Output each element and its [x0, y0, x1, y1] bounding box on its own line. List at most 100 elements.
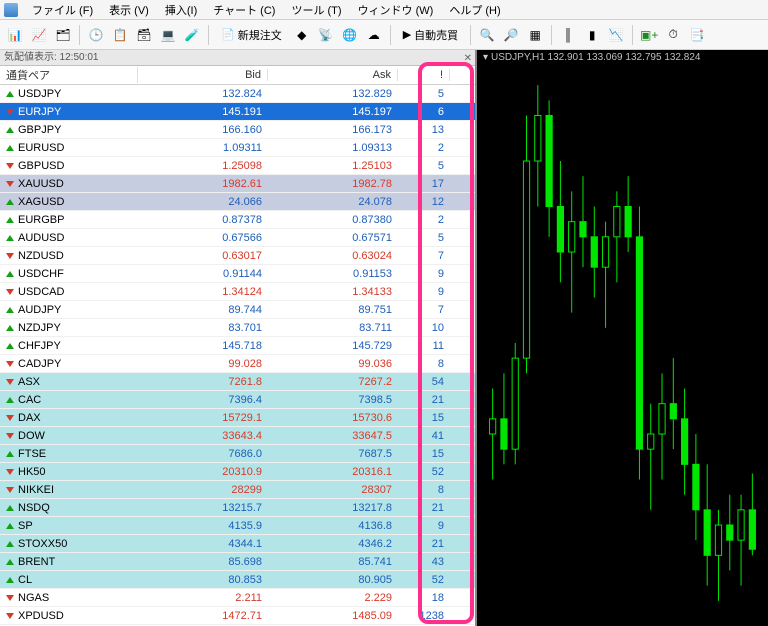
- spread-cell: 13: [398, 124, 450, 136]
- menu-tool[interactable]: ツール (T): [283, 0, 349, 20]
- table-row[interactable]: XPDUSD1472.711485.091238: [0, 607, 475, 625]
- table-row[interactable]: FTSE7686.07687.515: [0, 445, 475, 463]
- table-row[interactable]: AUDUSD0.675660.675715: [0, 229, 475, 247]
- signals-icon[interactable]: 📡: [315, 24, 337, 46]
- table-row[interactable]: GBPJPY166.160166.17313: [0, 121, 475, 139]
- zoom-in-icon[interactable]: 🔍: [476, 24, 498, 46]
- market-watch-title: 気配値表示: 12:50:01 ✕: [0, 50, 475, 66]
- tester-icon[interactable]: 🧪: [181, 24, 203, 46]
- menu-view[interactable]: 表示 (V): [101, 0, 157, 20]
- ask-cell: 132.829: [268, 88, 398, 100]
- market-icon[interactable]: 🌐: [339, 24, 361, 46]
- bar-chart-icon[interactable]: 📈: [28, 24, 50, 46]
- data-window-icon[interactable]: 📋: [109, 24, 131, 46]
- table-row[interactable]: XAGUSD24.06624.07812: [0, 193, 475, 211]
- menu-window[interactable]: ウィンドウ (W): [350, 0, 442, 20]
- table-row[interactable]: ASX7261.87267.254: [0, 373, 475, 391]
- menu-file[interactable]: ファイル (F): [24, 0, 101, 20]
- triangle-down-icon: [6, 487, 14, 493]
- table-row[interactable]: NSDQ13215.713217.821: [0, 499, 475, 517]
- ask-cell: 4346.2: [268, 538, 398, 550]
- header-spread[interactable]: !: [398, 69, 450, 81]
- navigator-icon[interactable]: 🗃: [133, 24, 155, 46]
- chart-title: ▾USDJPY,H1 132.901 133.069 132.795 132.8…: [483, 52, 700, 63]
- spread-cell: 9: [398, 286, 450, 298]
- menu-insert[interactable]: 挿入(I): [157, 0, 205, 20]
- triangle-down-icon: [6, 613, 14, 619]
- grid-header: 通貨ペア Bid Ask !: [0, 66, 475, 85]
- zoom-out-icon[interactable]: 🔎: [500, 24, 522, 46]
- triangle-up-icon: [6, 451, 14, 457]
- symbol-cell: NZDUSD: [0, 250, 138, 262]
- symbol-cell: XAUUSD: [0, 178, 138, 190]
- spread-cell: 54: [398, 376, 450, 388]
- separator: [551, 25, 552, 45]
- candlestick-chart[interactable]: [477, 50, 768, 626]
- table-row[interactable]: GBPUSD1.250981.251035: [0, 157, 475, 175]
- triangle-down-icon: [6, 361, 14, 367]
- auto-trade-button[interactable]: ▶自動売買: [396, 24, 465, 46]
- ask-cell: 1.09313: [268, 142, 398, 154]
- new-order-button[interactable]: 📄新規注文: [214, 24, 289, 46]
- table-row[interactable]: HK5020310.920316.152: [0, 463, 475, 481]
- tile-icon[interactable]: ▦: [524, 24, 546, 46]
- candles-icon[interactable]: ▮: [581, 24, 603, 46]
- menu-help[interactable]: ヘルプ (H): [441, 0, 508, 20]
- table-row[interactable]: NIKKEI28299283078: [0, 481, 475, 499]
- bid-cell: 0.91144: [138, 268, 268, 280]
- table-row[interactable]: AUDJPY89.74489.7517: [0, 301, 475, 319]
- chevron-down-icon[interactable]: ▾: [483, 52, 488, 63]
- templates-icon[interactable]: 📑: [686, 24, 708, 46]
- table-row[interactable]: EURJPY145.191145.1976: [0, 103, 475, 121]
- ask-cell: 33647.5: [268, 430, 398, 442]
- table-row[interactable]: USDJPY132.824132.8295: [0, 85, 475, 103]
- spread-cell: 10: [398, 322, 450, 334]
- table-row[interactable]: BRENT85.69885.74143: [0, 553, 475, 571]
- main-area: 気配値表示: 12:50:01 ✕ 通貨ペア Bid Ask ! USDJPY1…: [0, 50, 768, 626]
- profiles-icon[interactable]: 🗂: [52, 24, 74, 46]
- new-chart-icon[interactable]: 📊: [4, 24, 26, 46]
- bid-cell: 24.066: [138, 196, 268, 208]
- symbol-cell: NIKKEI: [0, 484, 138, 496]
- table-row[interactable]: CADJPY99.02899.0368: [0, 355, 475, 373]
- bid-cell: 89.744: [138, 304, 268, 316]
- ask-cell: 145.197: [268, 106, 398, 118]
- add-indicator-icon[interactable]: ▣+: [638, 24, 660, 46]
- table-row[interactable]: STOXX504344.14346.221: [0, 535, 475, 553]
- table-row[interactable]: EURGBP0.873780.873802: [0, 211, 475, 229]
- market-watch-icon[interactable]: 🕒: [85, 24, 107, 46]
- metaeditor-icon[interactable]: ◆: [291, 24, 313, 46]
- periods-icon[interactable]: ⏱: [662, 24, 684, 46]
- ask-cell: 0.87380: [268, 214, 398, 226]
- menu-chart[interactable]: チャート (C): [205, 0, 283, 20]
- table-row[interactable]: NZDJPY83.70183.71110: [0, 319, 475, 337]
- triangle-down-icon: [6, 253, 14, 259]
- bars-icon[interactable]: ║: [557, 24, 579, 46]
- spread-cell: 15: [398, 412, 450, 424]
- table-row[interactable]: NZDUSD0.630170.630247: [0, 247, 475, 265]
- bid-cell: 1982.61: [138, 178, 268, 190]
- spread-cell: 17: [398, 178, 450, 190]
- grid-body[interactable]: USDJPY132.824132.8295EURJPY145.191145.19…: [0, 85, 475, 626]
- table-row[interactable]: USDCHF0.911440.911539: [0, 265, 475, 283]
- header-ask[interactable]: Ask: [268, 69, 398, 81]
- table-row[interactable]: CL80.85380.90552: [0, 571, 475, 589]
- table-row[interactable]: SP4135.94136.89: [0, 517, 475, 535]
- header-symbol[interactable]: 通貨ペア: [0, 67, 138, 83]
- line-icon[interactable]: 📉: [605, 24, 627, 46]
- table-row[interactable]: EURUSD1.093111.093132: [0, 139, 475, 157]
- table-row[interactable]: USDCAD1.341241.341339: [0, 283, 475, 301]
- ask-cell: 2.229: [268, 592, 398, 604]
- table-row[interactable]: CHFJPY145.718145.72911: [0, 337, 475, 355]
- table-row[interactable]: XAUUSD1982.611982.7817: [0, 175, 475, 193]
- spread-cell: 43: [398, 556, 450, 568]
- terminal-icon[interactable]: 💻: [157, 24, 179, 46]
- close-icon[interactable]: ✕: [464, 51, 472, 67]
- table-row[interactable]: DOW33643.433647.541: [0, 427, 475, 445]
- table-row[interactable]: NGAS2.2112.22918: [0, 589, 475, 607]
- table-row[interactable]: DAX15729.115730.615: [0, 409, 475, 427]
- vps-icon[interactable]: ☁: [363, 24, 385, 46]
- chart-panel[interactable]: ▾USDJPY,H1 132.901 133.069 132.795 132.8…: [477, 50, 768, 626]
- table-row[interactable]: CAC7396.47398.521: [0, 391, 475, 409]
- header-bid[interactable]: Bid: [138, 69, 268, 81]
